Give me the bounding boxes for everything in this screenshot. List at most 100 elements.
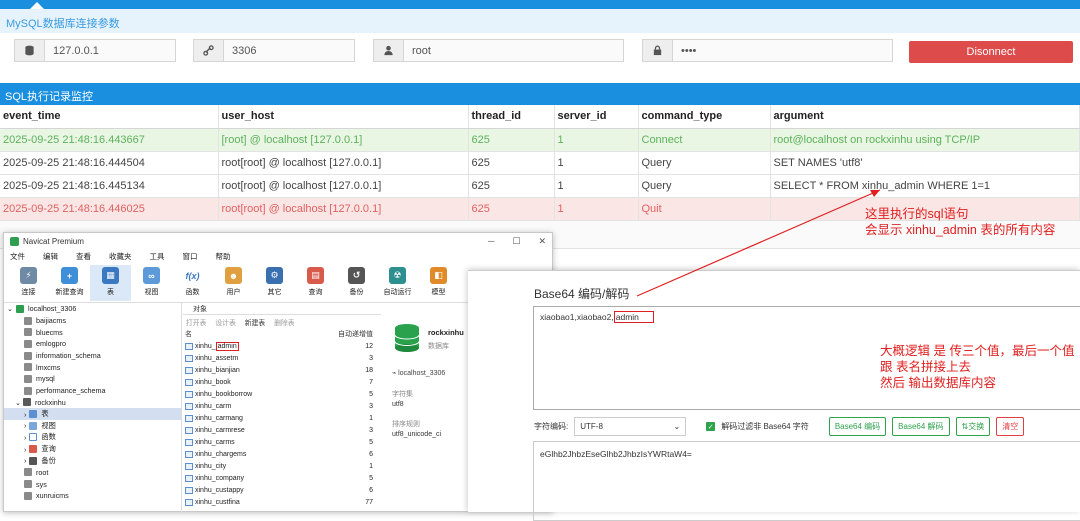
database-icon — [24, 468, 32, 477]
design-table-button[interactable]: 设计表 — [215, 317, 235, 327]
cell-thread-id: 625 — [468, 174, 555, 198]
password-value[interactable]: •••• — [673, 40, 892, 61]
user-field[interactable]: root — [373, 39, 624, 62]
toolbar-other-button[interactable]: ⚙ 其它 — [254, 265, 295, 297]
open-table-button[interactable]: 打开表 — [186, 317, 206, 327]
menu-item[interactable]: 收藏夹 — [109, 251, 132, 262]
tree-item[interactable]: information_schema — [4, 350, 181, 362]
tree-item[interactable]: bluecms — [4, 326, 181, 338]
table-list-item[interactable]: xinhu_carms 5 — [183, 436, 381, 448]
tree-item[interactable]: ⌄ localhost_3306 — [4, 303, 181, 315]
toolbar-connect-button[interactable]: ⚡ 连接 — [8, 265, 49, 297]
menu-item[interactable]: 查看 — [76, 251, 91, 262]
toolbar-backup-button[interactable]: ↺ 备份 — [336, 265, 377, 297]
tree-item[interactable]: lmxcms — [4, 361, 181, 373]
column-header[interactable]: user_host — [218, 105, 469, 129]
new-table-button[interactable]: 新建表 — [245, 317, 265, 327]
table-list-item[interactable]: xinhu_custfina 77 — [183, 496, 381, 508]
menu-item[interactable]: 窗口 — [183, 251, 198, 262]
base64-decode-button[interactable]: Base64 解码 — [892, 417, 950, 436]
tree-item[interactable]: ⌄ rockxinhu — [4, 397, 181, 409]
db-name: rockxinhu — [428, 328, 464, 337]
toolbar-view-button[interactable]: ∞ 视图 — [131, 265, 172, 297]
highlighted-input-value: admin — [613, 311, 654, 323]
toolbar-new-query-button[interactable]: + 新建查询 — [49, 265, 90, 297]
table-row[interactable]: 2025-09-25 21:48:16.443667 [root] @ local… — [0, 128, 1080, 152]
table-list-item[interactable]: xinhu_carm 3 — [183, 400, 381, 412]
tree-item[interactable]: emlogpro — [4, 338, 181, 350]
tree-item[interactable]: mysql — [4, 373, 181, 385]
table-icon — [29, 410, 38, 419]
column-header[interactable]: command_type — [638, 105, 771, 129]
clear-button[interactable]: 清空 — [996, 417, 1025, 436]
disconnect-button[interactable]: Disonnect — [909, 41, 1073, 63]
menu-item[interactable]: 工具 — [150, 251, 165, 262]
user-value[interactable]: root — [404, 40, 623, 61]
filter-checkbox[interactable]: ✓ — [706, 422, 716, 431]
tree-item[interactable]: › 视图 — [4, 420, 181, 432]
password-field[interactable]: •••• — [642, 39, 893, 62]
base64-panel: Base64 编码/解码 xiaobao1,xiaobao2, admin 字符编… — [468, 270, 1080, 521]
table-list-item[interactable]: xinhu_ admin 12 — [183, 340, 381, 352]
tree-item[interactable]: › 备份 — [4, 455, 181, 467]
table-list-item[interactable]: xinhu_bianjian 18 — [183, 364, 381, 376]
table-list-item[interactable]: xinhu_carmang 1 — [183, 412, 381, 424]
tab-objects[interactable]: 对象 — [183, 303, 381, 315]
table-list-item[interactable]: xinhu_city 1 — [183, 460, 381, 472]
tree-item[interactable]: root — [4, 467, 181, 479]
delete-table-button[interactable]: 删除表 — [274, 317, 294, 327]
port-field[interactable]: 3306 — [193, 39, 355, 62]
table-list-item[interactable]: xinhu_custappy 6 — [183, 484, 381, 496]
robot-icon: ☢ — [389, 267, 406, 284]
close-icon[interactable]: ✕ — [538, 236, 546, 247]
table-list-item[interactable]: xinhu_assetm 3 — [183, 352, 381, 364]
tree-item[interactable]: performance_schema — [4, 385, 181, 397]
charset-value: utf8 — [392, 401, 404, 408]
query-icon: ▤ — [307, 267, 324, 284]
cell-event-time: 2025-09-25 21:48:16.445134 — [0, 174, 219, 198]
column-header[interactable]: server_id — [554, 105, 639, 129]
swap-button[interactable]: ⇅ 交换 — [955, 417, 991, 436]
toolbar-user-button[interactable]: ☻ 用户 — [213, 265, 254, 297]
tools-icon: ⚙ — [266, 267, 283, 284]
table-list-item[interactable]: xinhu_bookborrow 5 — [183, 388, 381, 400]
maximize-icon[interactable]: ☐ — [512, 236, 520, 247]
table-list-item[interactable]: xinhu_book 7 — [183, 376, 381, 388]
host-field[interactable]: 127.0.0.1 — [14, 39, 176, 62]
base64-output[interactable]: eGlhb2JhbzEseGlhb2JhbzIsYWRtaW4= — [533, 441, 1080, 521]
table-list-item[interactable]: xinhu_carmrese 3 — [183, 424, 381, 436]
toolbar-model-button[interactable]: ◧ 模型 — [418, 265, 459, 297]
table-row[interactable]: 2025-09-25 21:48:16.445134 root[root] @ l… — [0, 174, 1080, 198]
table-icon — [185, 390, 193, 398]
tree-item[interactable]: sys — [4, 478, 181, 490]
tree-item[interactable]: › 查询 — [4, 443, 181, 455]
menu-item[interactable]: 文件 — [10, 251, 25, 262]
database-icon — [24, 491, 32, 500]
database-icon — [24, 480, 32, 489]
base64-encode-button[interactable]: Base64 编码 — [828, 417, 887, 436]
toolbar-function-button[interactable]: f(x) 函数 — [172, 265, 213, 297]
cell-user-host: root[root] @ localhost [127.0.0.1] — [218, 174, 469, 198]
column-name-header[interactable]: 名 — [185, 329, 192, 340]
tree-item[interactable]: baijiacms — [4, 315, 181, 327]
tree-item[interactable]: xunruicms — [4, 490, 181, 502]
table-row[interactable]: 2025-09-25 21:48:16.444504 root[root] @ l… — [0, 151, 1080, 175]
minimize-icon[interactable]: ─ — [488, 236, 494, 247]
table-list-item[interactable]: xinhu_company 5 — [183, 472, 381, 484]
charset-select[interactable]: UTF-8 ⌄ — [574, 417, 687, 436]
table-list-item[interactable]: xinhu_chargems 6 — [183, 448, 381, 460]
column-header[interactable]: event_time — [0, 105, 219, 129]
menu-item[interactable]: 帮助 — [216, 251, 231, 262]
column-header[interactable]: thread_id — [468, 105, 555, 129]
toolbar-table-button[interactable]: ▦ 表 — [90, 265, 131, 301]
host-value[interactable]: 127.0.0.1 — [45, 40, 175, 61]
toolbar-query-button[interactable]: ▤ 查询 — [295, 265, 336, 297]
tree-item[interactable]: › 表 — [4, 408, 181, 420]
column-header[interactable]: argument — [770, 105, 1080, 129]
toolbar-autorun-button[interactable]: ☢ 自动运行 — [377, 265, 418, 297]
column-autoinc-header[interactable]: 自动递增值 — [338, 329, 373, 340]
tree-item[interactable]: › 函数 — [4, 432, 181, 444]
port-value[interactable]: 3306 — [224, 40, 354, 61]
table-icon — [185, 498, 193, 506]
menu-item[interactable]: 编辑 — [43, 251, 58, 262]
